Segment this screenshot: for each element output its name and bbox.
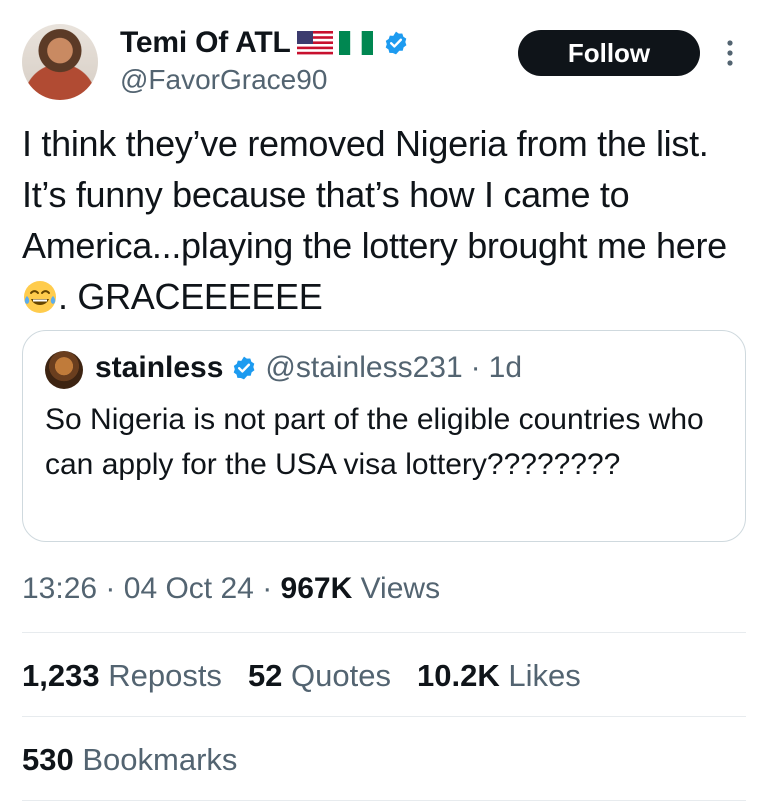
quoted-author-name[interactable]: stainless <box>95 351 223 385</box>
divider <box>22 632 746 633</box>
quoted-header: stainless @stainless231 · 1d <box>95 351 522 385</box>
likes-stat[interactable]: 10.2K Likes <box>417 658 581 694</box>
author-name[interactable]: Temi Of ATL <box>120 26 291 60</box>
reposts-stat[interactable]: 1,233 Reposts <box>22 658 222 694</box>
tweet-date[interactable]: 04 Oct 24 <box>124 572 254 605</box>
quoted-separator: · <box>470 351 481 384</box>
meta-separator: · <box>105 572 116 605</box>
author-avatar[interactable] <box>22 24 98 100</box>
author-name-row: Temi Of ATL <box>120 26 409 60</box>
divider <box>22 716 746 717</box>
quotes-stat[interactable]: 52 Quotes <box>248 658 391 694</box>
views-count: 967K <box>280 572 353 605</box>
quoted-text: So Nigeria is not part of the eligible c… <box>45 403 704 481</box>
quoted-tweet-card[interactable]: stainless @stainless231 · 1d So Nigeria … <box>22 330 746 542</box>
tweet-text-tail: . GRACEEEEEE <box>58 276 323 317</box>
quoted-author-handle[interactable]: @stainless231 <box>265 351 462 385</box>
nigeria-flag-icon <box>338 31 373 55</box>
tweet-text-main: I think they’ve removed Nigeria from the… <box>22 123 727 266</box>
tweet-time[interactable]: 13:26 <box>22 572 97 605</box>
quoted-age: 1d <box>488 351 523 384</box>
meta-separator: · <box>262 572 273 605</box>
verified-badge-icon <box>234 356 255 380</box>
tweet-meta: 13:26 · 04 Oct 24 · 967K Views <box>22 572 440 606</box>
verified-badge-icon <box>385 31 406 55</box>
views-label: Views <box>360 572 441 605</box>
tweet-text: I think they’ve removed Nigeria from the… <box>22 118 752 322</box>
us-flag-icon <box>296 31 333 55</box>
divider <box>22 800 746 801</box>
engagement-stats: 1,233 Reposts 52 Quotes 10.2K Likes <box>22 658 581 694</box>
quoted-author-avatar[interactable] <box>45 351 83 389</box>
follow-button[interactable]: Follow <box>518 30 700 76</box>
tears-of-joy-emoji-icon <box>24 281 56 313</box>
more-options-icon[interactable] <box>724 38 736 68</box>
author-handle[interactable]: @FavorGrace90 <box>120 64 327 96</box>
bookmarks-stat[interactable]: 530 Bookmarks <box>22 742 237 778</box>
